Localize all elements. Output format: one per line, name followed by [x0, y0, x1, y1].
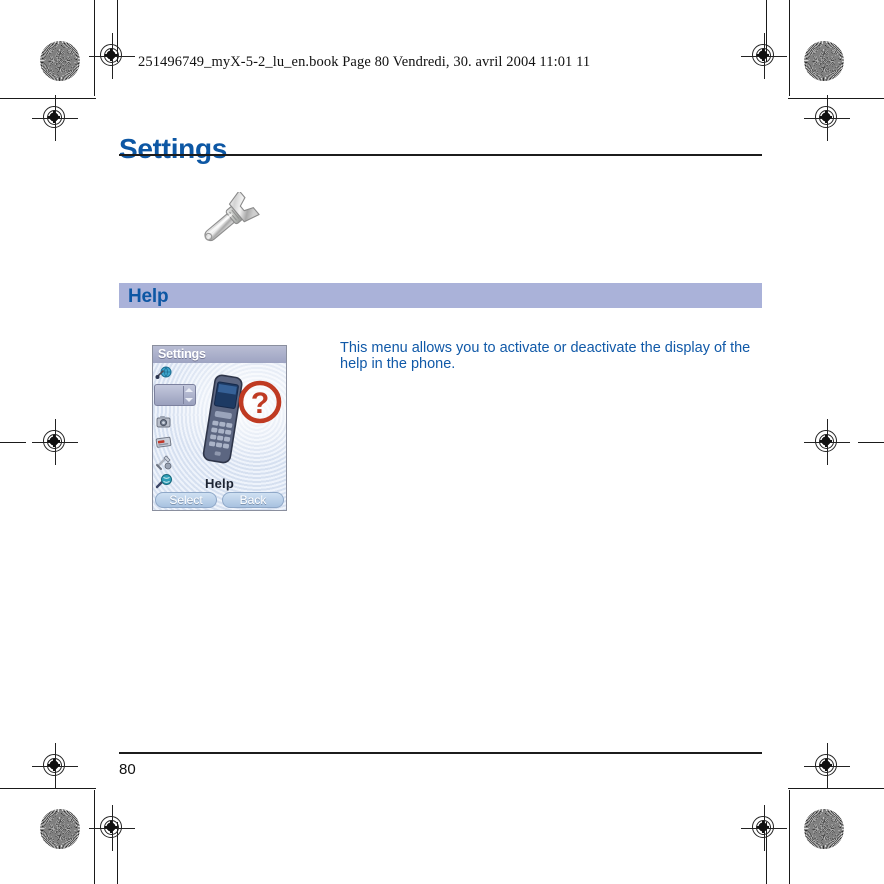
- book-file-header: 251496749_myX-5-2_lu_en.book Page 80 Ven…: [138, 54, 591, 70]
- phone-screenshot-illustration: Settings ? Help Select Back: [152, 345, 287, 511]
- page-title: Settings: [119, 132, 228, 164]
- scroll-down-arrow-icon[interactable]: [185, 398, 193, 402]
- card-icon: [155, 433, 173, 451]
- wrench-icon: [192, 190, 264, 250]
- section-heading-label: Help: [128, 286, 169, 307]
- camera-icon: [155, 413, 173, 431]
- phone-title-bar: Settings: [153, 346, 286, 363]
- softkey-back-button[interactable]: Back: [222, 492, 284, 508]
- manual-page: 251496749_myX-5-2_lu_en.book Page 80 Ven…: [0, 0, 884, 884]
- phone-selected-item-label: Help: [205, 476, 234, 491]
- footer-divider: [119, 752, 762, 754]
- network-globe-icon: [155, 365, 173, 383]
- page-number: 80: [119, 761, 136, 778]
- tools-icon: [155, 453, 173, 471]
- title-divider: [119, 154, 762, 156]
- section-body-text: This menu allows you to activate or deac…: [340, 339, 751, 373]
- section-heading-band: Help: [119, 283, 762, 308]
- phone-selection-highlight[interactable]: [154, 384, 196, 406]
- question-mark-icon: ?: [237, 379, 283, 425]
- phone-title-bar-label: Settings: [158, 347, 206, 361]
- svg-text:?: ?: [251, 387, 269, 420]
- scroll-up-arrow-icon[interactable]: [185, 388, 193, 392]
- phone-softkey-bar: Select Back: [153, 492, 286, 509]
- softkey-select-button[interactable]: Select: [155, 492, 217, 508]
